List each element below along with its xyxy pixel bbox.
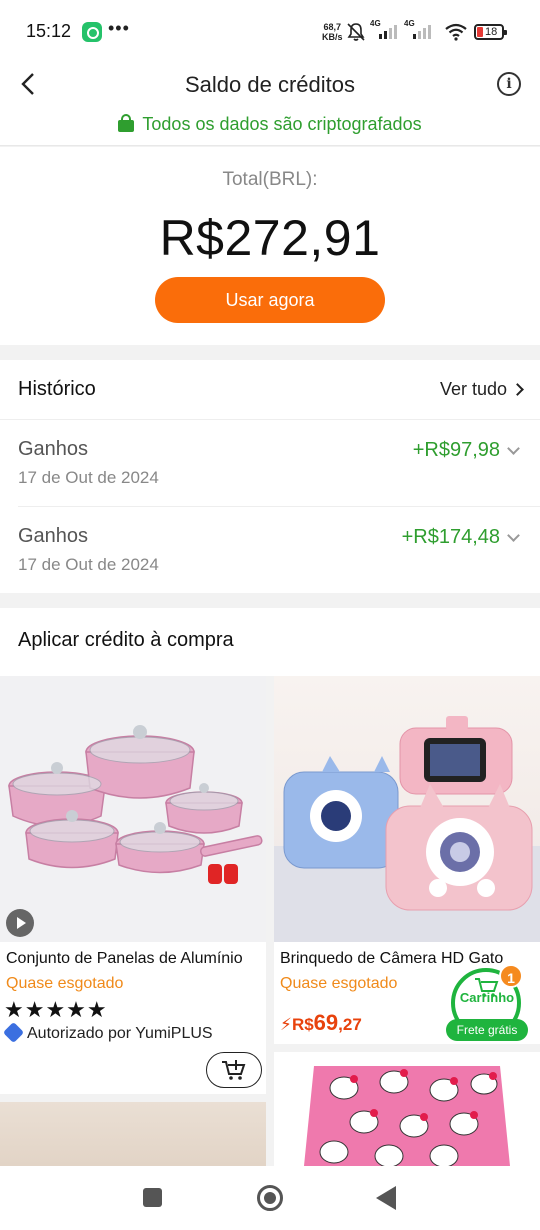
cart-count-badge: 1 bbox=[499, 964, 523, 988]
status-bar: 15:12 ••• 68,7 KB/s 4G 4G 18 bbox=[0, 0, 540, 62]
authorized-text: Autorizado por YumiPLUS bbox=[27, 1025, 213, 1042]
history-header: Histórico Ver tudo bbox=[0, 360, 540, 420]
bell-off-icon bbox=[347, 23, 365, 41]
lock-icon bbox=[118, 114, 135, 132]
product-card[interactable]: Conjunto de Panelas de Alumínio Quase es… bbox=[0, 676, 266, 1094]
recent-apps-icon[interactable] bbox=[143, 1188, 162, 1207]
chevron-down-icon[interactable] bbox=[507, 442, 520, 455]
battery-level: 18 bbox=[485, 26, 498, 38]
product-image-camera[interactable] bbox=[274, 676, 540, 942]
signal-icon bbox=[379, 25, 397, 39]
history-type: Ganhos bbox=[18, 438, 89, 460]
history-amount: +R$97,98 bbox=[412, 439, 500, 461]
credit-balance-screen: 15:12 ••• 68,7 KB/s 4G 4G 18 Saldo de cr… bbox=[0, 0, 540, 1230]
history-row[interactable]: Ganhos 17 de Out de 2024 +R$174,48 bbox=[0, 507, 540, 594]
battery-icon: 18 bbox=[474, 24, 507, 40]
total-value: R$272,91 bbox=[159, 210, 381, 266]
info-icon[interactable]: i bbox=[497, 72, 521, 96]
wifi-icon bbox=[445, 23, 467, 41]
net-speed: 68,7 KB/s bbox=[322, 22, 343, 42]
add-to-cart-button[interactable] bbox=[206, 1052, 262, 1088]
history-amount: +R$174,48 bbox=[401, 526, 500, 548]
video-play-icon[interactable] bbox=[6, 909, 34, 937]
rating-stars: ★★★★★ bbox=[4, 997, 108, 1022]
status-time: 15:12 bbox=[26, 21, 72, 41]
more-dots-icon: ••• bbox=[108, 18, 130, 38]
product-card[interactable] bbox=[0, 1102, 266, 1166]
history-section: Histórico Ver tudo Ganhos 17 de Out de 2… bbox=[0, 360, 540, 593]
product-grid: Conjunto de Panelas de Alumínio Quase es… bbox=[0, 676, 540, 1166]
chevron-down-icon[interactable] bbox=[507, 529, 520, 542]
nav-back-icon[interactable] bbox=[376, 1186, 396, 1210]
encryption-notice: Todos os dados são criptografados bbox=[0, 114, 540, 135]
apply-credit-title: Aplicar crédito à compra bbox=[18, 629, 234, 651]
encryption-text: Todos os dados são criptografados bbox=[142, 114, 422, 134]
cart-label: Carrinho bbox=[459, 990, 515, 1005]
product-image-hello-kitty[interactable] bbox=[274, 1052, 540, 1166]
add-to-cart-icon bbox=[222, 1060, 246, 1080]
whatsapp-icon bbox=[82, 22, 102, 42]
product-card[interactable] bbox=[274, 1052, 540, 1166]
stock-status: Quase esgotado bbox=[6, 975, 124, 992]
apply-credit-section: Aplicar crédito à compra bbox=[0, 608, 540, 676]
authorized-seller: Autorizado por YumiPLUS bbox=[2, 1021, 213, 1044]
camera-illustration bbox=[274, 716, 540, 942]
see-all-label: Ver tudo bbox=[439, 379, 507, 399]
product-name[interactable]: Conjunto de Panelas de Alumínio bbox=[6, 950, 262, 968]
price-decimal: ,27 bbox=[338, 1015, 362, 1034]
verified-badge-icon bbox=[2, 1021, 25, 1044]
flash-sale-icon: ⚡ bbox=[280, 1015, 292, 1034]
product-price: ⚡R$69,27 bbox=[280, 1010, 362, 1036]
history-type: Ganhos bbox=[18, 525, 89, 547]
history-title: Histórico bbox=[18, 378, 96, 400]
see-all-link[interactable]: Ver tudo bbox=[439, 379, 524, 400]
stock-status: Quase esgotado bbox=[280, 975, 398, 992]
price-integer: 69 bbox=[313, 1010, 339, 1035]
history-row[interactable]: Ganhos 17 de Out de 2024 +R$97,98 bbox=[0, 420, 540, 507]
history-date: 17 de Out de 2024 bbox=[18, 555, 159, 574]
free-shipping-tag: Frete grátis bbox=[446, 1019, 528, 1041]
page-title: Saldo de créditos bbox=[185, 72, 355, 97]
history-date: 17 de Out de 2024 bbox=[18, 468, 159, 487]
net-speed-unit: KB/s bbox=[322, 32, 343, 42]
use-now-button[interactable]: Usar agora bbox=[155, 277, 385, 323]
net-speed-value: 68,7 bbox=[323, 22, 342, 32]
price-currency: R$ bbox=[291, 1015, 314, 1034]
product-image-cookware[interactable] bbox=[0, 676, 266, 942]
signal-icon-2 bbox=[413, 25, 431, 39]
floating-cart-button[interactable]: Carrinho 1 Frete grátis bbox=[444, 964, 530, 1042]
system-nav-bar bbox=[0, 1166, 540, 1230]
chevron-right-icon bbox=[511, 383, 524, 396]
cookware-illustration bbox=[8, 725, 263, 884]
home-icon[interactable] bbox=[257, 1185, 283, 1211]
product-image[interactable] bbox=[0, 1102, 266, 1166]
balance-panel: Total(BRL): R$272,91 Usar agora bbox=[0, 147, 540, 345]
total-label: Total(BRL): bbox=[222, 169, 318, 190]
page-header: Saldo de créditos i Todos os dados são c… bbox=[0, 62, 540, 146]
